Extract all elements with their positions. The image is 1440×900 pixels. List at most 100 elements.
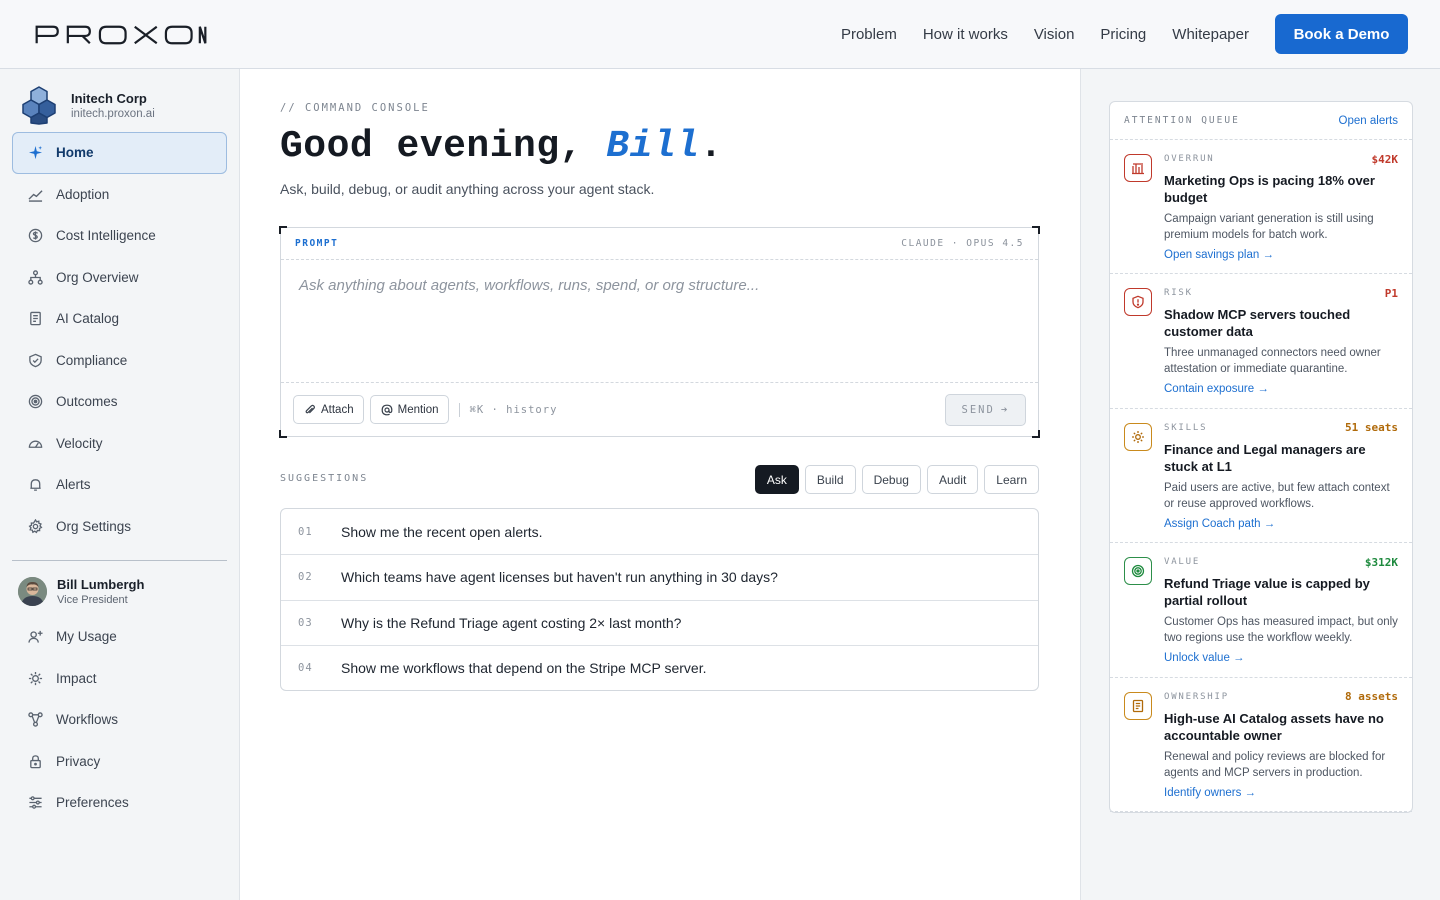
- alert-description: Paid users are active, but few attach co…: [1164, 481, 1390, 510]
- toolbar-divider: [458, 402, 460, 417]
- org-switcher[interactable]: Initech Corp initech.proxon.ai: [18, 85, 155, 125]
- nav-link-vision[interactable]: Vision: [1034, 26, 1075, 43]
- avatar: [18, 577, 47, 606]
- tab-learn[interactable]: Learn: [984, 465, 1039, 494]
- dollar-icon: [27, 228, 43, 244]
- alert-metric: 51 seats: [1345, 421, 1398, 435]
- alert-action-link[interactable]: Open savings plan →: [1164, 249, 1398, 261]
- book-icon: [1124, 691, 1152, 720]
- alert-card-ownership[interactable]: OWNERSHIP 8 assets High-use AI Catalog as…: [1110, 678, 1412, 812]
- alert-metric: $42K: [1371, 152, 1399, 166]
- proxon-logo[interactable]: [27, 24, 215, 46]
- suggestion-text: Why is the Refund Triage agent costing 2…: [341, 614, 682, 631]
- alert-card-risk[interactable]: RISK P1 Shadow MCP servers touched custom…: [1110, 274, 1412, 409]
- gauge-icon: [27, 435, 43, 451]
- gear-icon: [27, 518, 43, 534]
- sparkle-icon: [27, 145, 43, 161]
- suggestion-text: Show me workflows that depend on the Str…: [341, 659, 707, 676]
- sidebar-item-label: Home: [56, 145, 94, 161]
- model-selector[interactable]: CLAUDE · OPUS 4.5: [901, 238, 1024, 249]
- sidebar-item-impact[interactable]: Impact: [12, 658, 227, 700]
- workflow-icon: [27, 712, 43, 728]
- nav-link-how-it-works[interactable]: How it works: [923, 26, 1008, 43]
- mention-button[interactable]: Mention: [369, 395, 449, 424]
- suggestion-item[interactable]: 03 Why is the Refund Triage agent costin…: [281, 599, 1038, 645]
- sidebar-item-label: My Usage: [56, 629, 117, 645]
- suggestion-number: 03: [298, 616, 313, 629]
- sliders-icon: [27, 795, 43, 811]
- suggestion-item[interactable]: 04 Show me workflows that depend on the …: [281, 644, 1038, 690]
- alert-kind: SKILLS: [1164, 422, 1208, 433]
- sidebar-item-org-overview[interactable]: Org Overview: [12, 257, 227, 299]
- user-plus-icon: [27, 629, 43, 645]
- sidebar-item-adoption[interactable]: Adoption: [12, 174, 227, 216]
- prompt-input[interactable]: Ask anything about agents, workflows, ru…: [299, 277, 759, 294]
- page-title: Good evening, Bill.: [280, 125, 723, 168]
- target-icon: [1124, 557, 1152, 586]
- main-nav: Problem How it works Vision Pricing Whit…: [815, 14, 1408, 54]
- corner-mark: [279, 226, 287, 234]
- send-button[interactable]: SEND ➔: [945, 393, 1026, 426]
- alert-action-link[interactable]: Contain exposure →: [1164, 383, 1398, 395]
- nav-link-whitepaper[interactable]: Whitepaper: [1172, 26, 1249, 43]
- lock-icon: [27, 753, 43, 769]
- tab-build[interactable]: Build: [804, 465, 856, 494]
- open-alerts-link[interactable]: Open alerts: [1339, 115, 1398, 127]
- suggestion-number: 01: [298, 525, 313, 538]
- greeting-suffix: .: [699, 125, 723, 168]
- alert-description: Customer Ops has measured impact, but on…: [1164, 616, 1398, 645]
- book-demo-button[interactable]: Book a Demo: [1275, 14, 1408, 54]
- sidebar-item-cost-intelligence[interactable]: Cost Intelligence: [12, 215, 227, 257]
- nav-link-problem[interactable]: Problem: [841, 26, 897, 43]
- sidebar-item-label: Org Overview: [56, 269, 139, 285]
- alert-title: Shadow MCP servers touched customer data: [1164, 307, 1351, 340]
- alert-card-overrun[interactable]: OVERRUN $42K Marketing Ops is pacing 18% …: [1110, 140, 1412, 275]
- mention-label: Mention: [397, 403, 439, 416]
- sidebar-item-outcomes[interactable]: Outcomes: [12, 381, 227, 423]
- bell-icon: [27, 477, 43, 493]
- attach-button[interactable]: Attach: [293, 395, 364, 424]
- sidebar-item-ai-catalog[interactable]: AI Catalog: [12, 298, 227, 340]
- org-logo-icon: [22, 86, 56, 125]
- sidebar-item-label: Preferences: [56, 795, 129, 811]
- sidebar-item-alerts[interactable]: Alerts: [12, 464, 227, 506]
- greeting-name: Bill: [606, 125, 700, 168]
- sidebar-item-privacy[interactable]: Privacy: [12, 741, 227, 783]
- suggestion-number: 04: [298, 661, 313, 674]
- sidebar-item-label: Outcomes: [56, 394, 118, 410]
- target-icon: [27, 394, 43, 410]
- org-domain: initech.proxon.ai: [71, 107, 155, 120]
- sidebar-item-velocity[interactable]: Velocity: [12, 423, 227, 465]
- sidebar-item-compliance[interactable]: Compliance: [12, 340, 227, 382]
- suggestion-item[interactable]: 02 Which teams have agent licenses but h…: [281, 554, 1038, 599]
- suggestion-number: 02: [298, 571, 313, 584]
- user-profile[interactable]: Bill Lumbergh Vice President: [18, 577, 144, 606]
- sidebar-item-preferences[interactable]: Preferences: [12, 782, 227, 824]
- tab-ask[interactable]: Ask: [754, 465, 799, 494]
- sidebar: Initech Corp initech.proxon.ai Home Adop…: [0, 69, 240, 900]
- prompt-header: PROMPT CLAUDE · OPUS 4.5: [281, 228, 1038, 260]
- alert-card-value[interactable]: VALUE $312K Refund Triage value is capped…: [1110, 543, 1412, 678]
- alert-action-link[interactable]: Assign Coach path →: [1164, 518, 1398, 530]
- alert-action-link[interactable]: Identify owners →: [1164, 787, 1398, 799]
- prompt-box: PROMPT CLAUDE · OPUS 4.5 Ask anything ab…: [279, 226, 1040, 438]
- suggestion-item[interactable]: 01 Show me the recent open alerts.: [281, 509, 1038, 554]
- sidebar-item-my-usage[interactable]: My Usage: [12, 616, 227, 658]
- shield-alert-icon: [1124, 288, 1152, 317]
- alert-description: Campaign variant generation is still usi…: [1164, 213, 1374, 241]
- sidebar-item-org-settings[interactable]: Org Settings: [12, 506, 227, 548]
- history-hint: ⌘K · history: [469, 403, 558, 416]
- arrow-right-icon: ➔: [1000, 403, 1010, 416]
- alert-metric: $312K: [1364, 555, 1398, 569]
- suggestion-text: Show me the recent open alerts.: [341, 523, 543, 540]
- alert-card-skills[interactable]: SKILLS 51 seats Finance and Legal manager…: [1110, 409, 1412, 544]
- sidebar-item-home[interactable]: Home: [12, 132, 227, 174]
- nav-link-pricing[interactable]: Pricing: [1100, 26, 1146, 43]
- alert-metric: 8 assets: [1345, 690, 1398, 704]
- alert-action-link[interactable]: Unlock value →: [1164, 652, 1398, 664]
- tab-debug[interactable]: Debug: [861, 465, 921, 494]
- sidebar-item-workflows[interactable]: Workflows: [12, 699, 227, 741]
- tab-audit[interactable]: Audit: [926, 465, 979, 494]
- sidebar-item-label: Alerts: [56, 477, 91, 493]
- suggestion-text: Which teams have agent licenses but have…: [341, 569, 778, 586]
